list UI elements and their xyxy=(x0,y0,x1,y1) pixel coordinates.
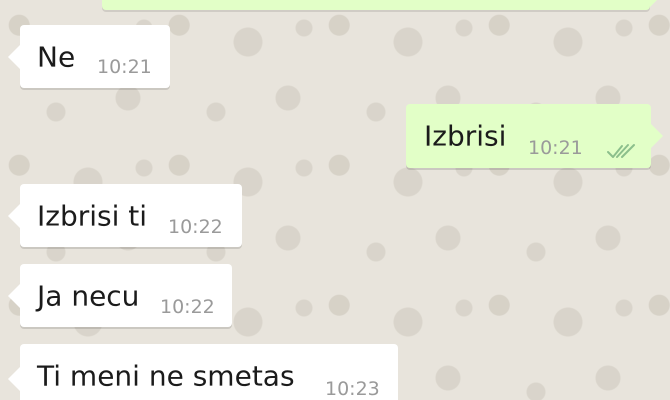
chat-conversation: Ne 10:21 Izbrisi 10:21 Izbrisi ti 10:22 … xyxy=(0,0,670,400)
message-timestamp: 10:22 xyxy=(160,296,215,318)
message-bubble-incoming[interactable]: Izbrisi ti 10:22 xyxy=(8,184,242,247)
message-bubble-incoming[interactable]: Ja necu 10:22 xyxy=(8,264,232,327)
message-text: Ti meni ne smetas xyxy=(37,359,295,393)
message-bubble-outgoing[interactable]: Izbrisi 10:21 xyxy=(406,104,663,168)
message-timestamp: 10:22 xyxy=(168,216,223,238)
message-bubble-incoming[interactable]: Ne 10:21 xyxy=(8,25,170,88)
message-text: Izbrisi xyxy=(424,119,507,153)
message-text: Ja necu xyxy=(37,279,140,312)
message-text: Izbrisi ti xyxy=(37,199,148,232)
message-timestamp: 10:21 xyxy=(97,56,152,78)
message-bubble-incoming[interactable]: Ti meni ne smetas 10:23 xyxy=(8,344,398,400)
message-bubble-outgoing[interactable] xyxy=(102,0,662,10)
message-timestamp: 10:21 xyxy=(528,137,583,159)
message-text: Ne xyxy=(37,40,76,73)
message-timestamp: 10:23 xyxy=(325,378,380,400)
double-check-icon xyxy=(607,144,635,158)
